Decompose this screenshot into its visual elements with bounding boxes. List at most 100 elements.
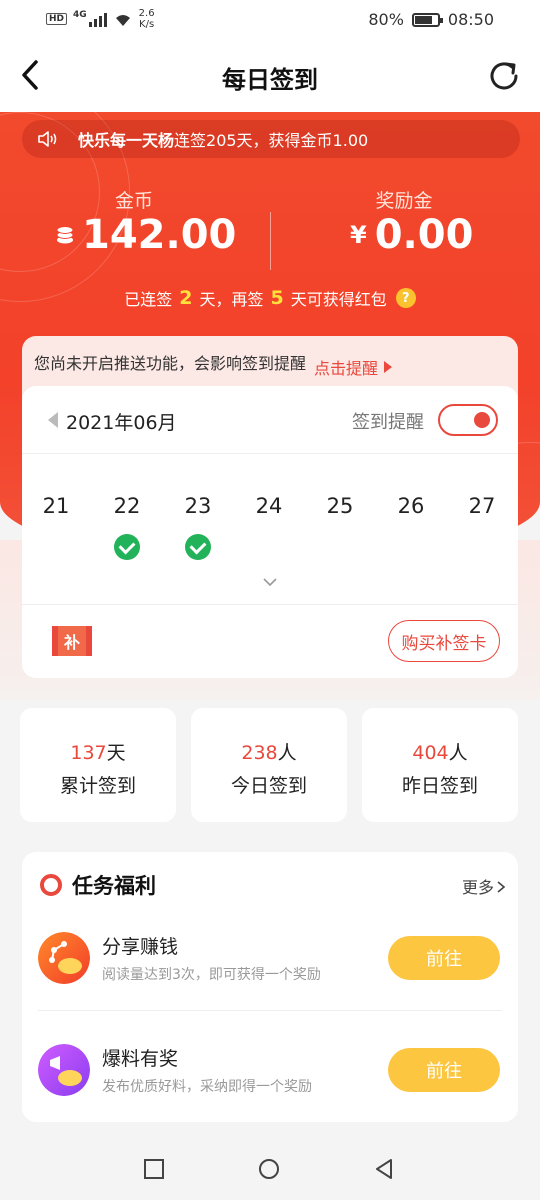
makeup-card-label: 补 (63, 633, 80, 652)
stat-unit: 天 (106, 742, 126, 764)
sign-notice-marquee: 快乐每一天杨连签205天，获得金币1.00 (22, 120, 520, 158)
ring-icon (40, 874, 62, 896)
stat-card: 137天累计签到 (20, 708, 176, 822)
task-divider (38, 1010, 502, 1011)
coin-stack-icon (56, 226, 74, 244)
calendar-day[interactable]: 22 (97, 494, 157, 560)
task-welfare-card: 任务福利 更多 分享赚钱 阅读量达到3次，即可获得一个奖励 前往 爆料有奖 发布… (22, 852, 518, 1122)
task-desc: 发布优质好料，采纳即得一个奖励 (102, 1079, 312, 1095)
notice-message: 连签205天，获得金币1.00 (174, 131, 369, 150)
push-enable-link[interactable]: 点击提醒 (314, 350, 393, 384)
calendar-day[interactable]: 23 (168, 494, 228, 560)
task-name: 分享赚钱 (102, 936, 179, 958)
chevron-right-icon (497, 881, 506, 893)
stat-unit: 人 (277, 742, 297, 764)
megaphone-icon (38, 1044, 90, 1096)
speaker-icon (38, 131, 57, 147)
stat-label: 今日签到 (230, 775, 307, 797)
help-icon[interactable]: ? (395, 288, 416, 308)
net-speed: 2.6 K/s (139, 8, 155, 30)
coins-value-row: 142.00 (54, 212, 236, 258)
calendar-day[interactable]: 26 (381, 494, 441, 518)
coins-label: 金币 (114, 190, 153, 212)
stat-label: 累计签到 (59, 775, 136, 797)
week-days: 21 22 23 24 25 26 27 (22, 494, 518, 564)
streak-prefix: 已连签 (124, 290, 173, 309)
battery-percent: 80% (368, 10, 404, 29)
stat-value: 238 (241, 742, 278, 764)
day-number: 26 (397, 494, 425, 518)
calendar-day[interactable]: 25 (310, 494, 370, 518)
wifi-icon (115, 15, 130, 26)
share-earn-icon (38, 932, 90, 984)
battery-icon (411, 12, 443, 27)
remind-toggle[interactable] (438, 404, 498, 436)
stat-unit: 人 (448, 742, 468, 764)
triangle-right-icon (384, 361, 393, 373)
more-tasks-link[interactable]: 更多 (462, 874, 506, 898)
coins-value: 142.00 (82, 212, 237, 258)
back-nav-icon[interactable] (373, 1158, 395, 1180)
push-link-label: 点击提醒 (314, 359, 379, 378)
remind-label: 签到提醒 (352, 412, 424, 433)
day-number: 25 (326, 494, 354, 518)
calendar-day[interactable]: 21 (26, 494, 86, 518)
streak-remaining: 5 (270, 287, 284, 309)
status-left: HD 4G 2.6 K/s (46, 8, 155, 30)
makeup-card-icon: 补 (52, 626, 92, 656)
page-title: 每日签到 (222, 66, 318, 94)
push-tip-text: 您尚未开启推送功能，会影响签到提醒 (34, 354, 307, 373)
net-speed-unit: K/s (139, 19, 155, 30)
task-section-title: 任务福利 (40, 870, 156, 900)
calendar-divider (22, 604, 518, 605)
task-title-label: 任务福利 (72, 874, 156, 898)
stat-number: 137天 (20, 738, 176, 765)
chevron-down-icon[interactable] (262, 574, 278, 590)
stat-number: 238人 (191, 738, 347, 765)
streak-info: 已连签 2 天，再签 5 天可获得红包 ? (0, 286, 540, 310)
home-icon[interactable] (258, 1158, 280, 1180)
bonus-value-row: ¥ 0.00 (350, 212, 473, 258)
day-number: 21 (42, 494, 70, 518)
clock: 08:50 (447, 10, 494, 29)
day-number: 27 (468, 494, 496, 518)
prev-month-icon[interactable] (48, 412, 58, 428)
go-share-button[interactable]: 前往 (388, 936, 500, 980)
bonus-label: 奖励金 (375, 190, 433, 212)
streak-days: 2 (179, 287, 193, 309)
task-name: 爆料有奖 (102, 1048, 179, 1070)
stat-value: 137 (70, 742, 107, 764)
check-circle-icon (114, 534, 140, 560)
system-nav-bar (0, 1136, 540, 1200)
task-item-tipoff: 爆料有奖 发布优质好料，采纳即得一个奖励 前往 (22, 1040, 518, 1130)
buy-makeup-card-button[interactable]: 购买补签卡 (388, 620, 500, 662)
day-number: 24 (255, 494, 283, 518)
net-speed-value: 2.6 (138, 8, 155, 19)
bonus-value: 0.00 (374, 212, 474, 258)
status-bar: HD 4G 2.6 K/s 80% 08:50 (0, 0, 540, 40)
stat-card: 238人今日签到 (191, 708, 347, 822)
calendar-header: 2021年06月 签到提醒 (22, 386, 518, 454)
day-number: 22 (113, 494, 141, 518)
task-item-share: 分享赚钱 阅读量达到3次，即可获得一个奖励 前往 (22, 928, 518, 1018)
signal-icon (88, 11, 107, 27)
notice-user: 快乐每一天杨 (78, 131, 175, 150)
toggle-knob (474, 412, 490, 428)
streak-mid: 天，再签 (199, 290, 264, 309)
calendar-day[interactable]: 27 (452, 494, 512, 518)
bonus-currency: ¥ (350, 221, 367, 249)
stat-card: 404人昨日签到 (362, 708, 518, 822)
nav-bar: 每日签到 (0, 40, 540, 112)
recent-apps-icon[interactable] (143, 1158, 165, 1180)
calendar-card: 2021年06月 签到提醒 21 22 23 24 25 26 27 补 购买补签卡 (22, 386, 518, 678)
stat-label: 昨日签到 (401, 775, 478, 797)
day-number: 23 (184, 494, 212, 518)
refresh-icon[interactable] (486, 58, 522, 94)
network-type: 4G (73, 10, 87, 20)
calendar-day[interactable]: 24 (239, 494, 299, 518)
stat-value: 404 (412, 742, 449, 764)
status-right: 80% 08:50 (368, 10, 494, 29)
stat-divider (270, 212, 271, 270)
go-tipoff-button[interactable]: 前往 (388, 1048, 500, 1092)
task-desc: 阅读量达到3次，即可获得一个奖励 (102, 967, 321, 983)
